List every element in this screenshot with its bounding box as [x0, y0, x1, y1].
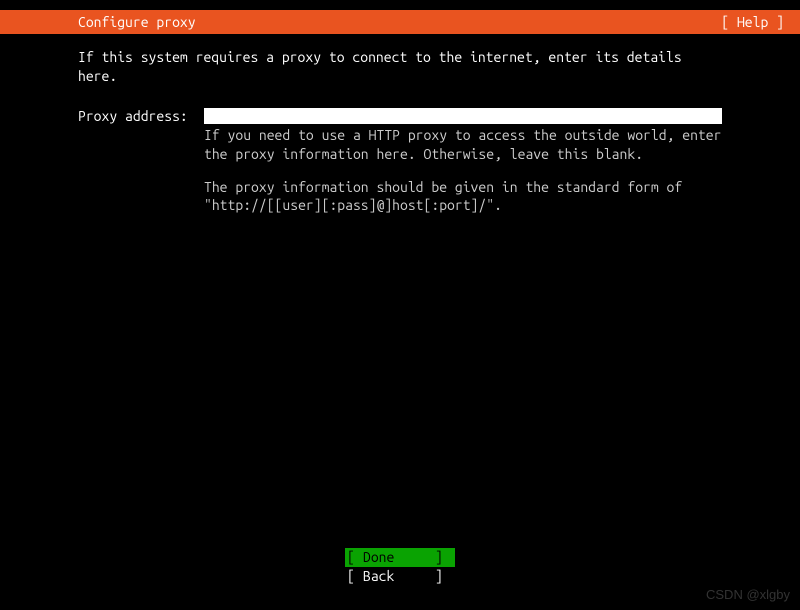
proxy-row: Proxy address: If you need to use a HTTP… [78, 108, 722, 216]
proxy-input[interactable] [204, 108, 722, 124]
proxy-help-2: The proxy information should be given in… [204, 178, 722, 216]
back-button[interactable]: [Back] [345, 567, 455, 586]
page-title: Configure proxy [78, 14, 196, 30]
content-area: If this system requires a proxy to conne… [0, 34, 800, 215]
footer: [Done] [Back] [0, 548, 800, 586]
help-button[interactable]: [ Help ] [721, 14, 784, 30]
done-button[interactable]: [Done] [345, 548, 455, 567]
header-bar: Configure proxy [ Help ] [0, 10, 800, 34]
proxy-help-1: If you need to use a HTTP proxy to acces… [204, 126, 722, 164]
intro-text: If this system requires a proxy to conne… [78, 48, 722, 86]
proxy-label: Proxy address: [78, 108, 204, 124]
